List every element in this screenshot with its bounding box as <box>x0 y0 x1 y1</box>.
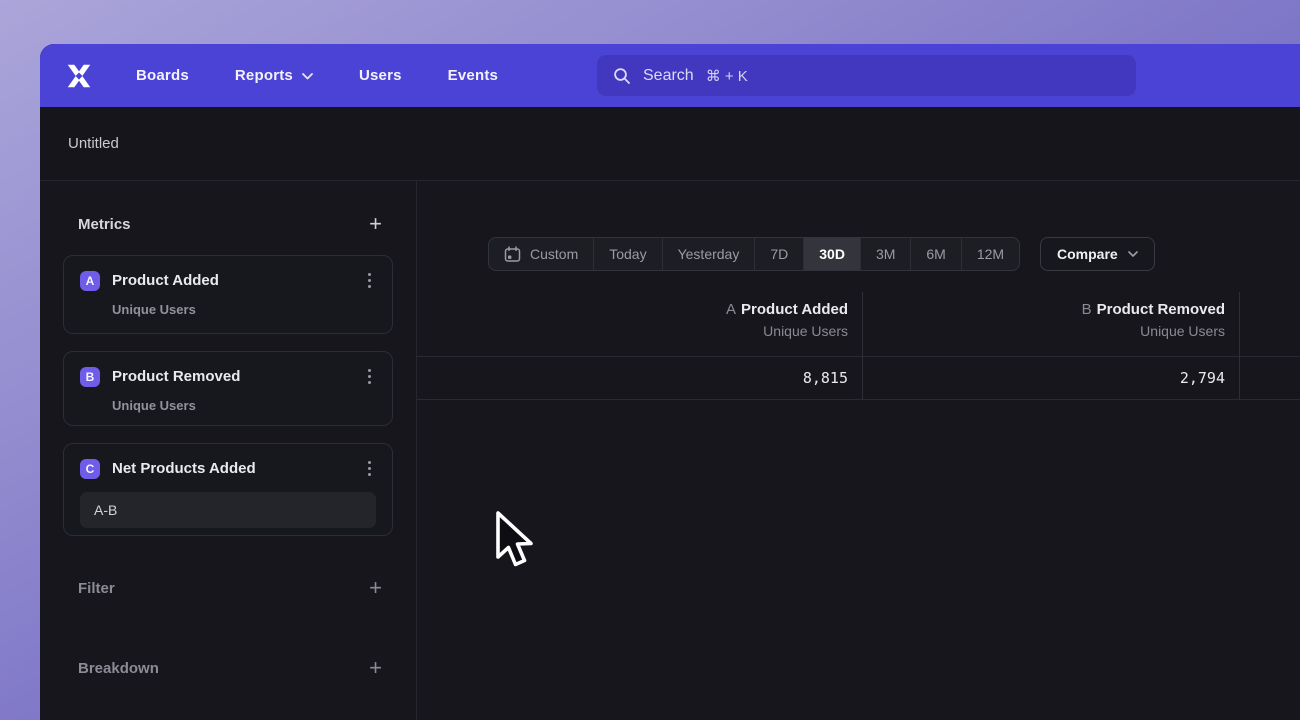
nav-item-events[interactable]: Events <box>448 67 498 84</box>
search-placeholder: Search <box>643 67 694 85</box>
calendar-icon <box>504 246 521 263</box>
filter-section-header: Filter + <box>40 575 416 601</box>
column-title: Product Added <box>741 301 848 318</box>
sidebar: Metrics + A Product Added Unique Users B… <box>40 181 417 720</box>
nav-item-boards[interactable]: Boards <box>136 67 189 84</box>
chevron-down-icon <box>302 73 313 80</box>
date-range-custom[interactable]: Custom <box>489 238 594 270</box>
date-range-label: Today <box>609 246 646 262</box>
column-prefix: B <box>1082 301 1092 318</box>
nav-item-users[interactable]: Users <box>359 67 402 84</box>
metric-card-c[interactable]: C Net Products Added A-B <box>63 443 393 536</box>
nav-item-reports[interactable]: Reports <box>235 67 313 84</box>
date-range-today[interactable]: Today <box>594 238 662 270</box>
metric-card-b[interactable]: B Product Removed Unique Users <box>63 351 393 426</box>
date-range-6m[interactable]: 6M <box>911 238 961 270</box>
metric-letter-badge: A <box>80 271 100 291</box>
kebab-menu-icon[interactable] <box>363 458 376 479</box>
results-table: A Product Added Unique Users B Product Rem… <box>417 292 1300 400</box>
date-range-7d[interactable]: 7D <box>755 238 804 270</box>
metrics-label: Metrics <box>78 216 131 233</box>
search-shortcut: ⌘ + K <box>706 67 748 85</box>
metric-cards: A Product Added Unique Users B Product R… <box>40 237 416 536</box>
date-range-selector: Custom Today Yesterday 7D 30D 3M <box>488 237 1020 271</box>
column-header-product-removed[interactable]: B Product Removed Unique Users <box>863 292 1240 357</box>
nav-item-label: Reports <box>235 67 293 84</box>
value-product-added: 8,815 <box>417 357 863 400</box>
metric-letter-badge: C <box>80 459 100 479</box>
column-prefix: A <box>726 301 736 318</box>
compare-button[interactable]: Compare <box>1040 237 1155 271</box>
search-icon <box>613 67 631 85</box>
date-range-30d-selected[interactable]: 30D <box>804 238 861 270</box>
value-empty <box>1240 357 1300 400</box>
search-input[interactable]: Search ⌘ + K <box>597 55 1136 96</box>
report-title[interactable]: Untitled <box>68 135 119 152</box>
add-metric-button[interactable]: + <box>369 214 382 234</box>
nav-items: Boards Reports Users Events <box>136 67 498 84</box>
kebab-menu-icon[interactable] <box>363 270 376 291</box>
column-header-product-added[interactable]: A Product Added Unique Users <box>417 292 863 357</box>
metrics-section-header: Metrics + <box>40 211 416 237</box>
date-range-yesterday[interactable]: Yesterday <box>663 238 756 270</box>
date-range-label: Yesterday <box>678 246 740 262</box>
date-range-label: 7D <box>770 246 788 262</box>
report-title-bar: Untitled <box>40 107 1300 181</box>
metric-title: Net Products Added <box>112 460 256 477</box>
breakdown-section-header: Breakdown + <box>40 655 416 681</box>
date-range-label: Custom <box>530 246 578 262</box>
compare-label: Compare <box>1057 246 1118 262</box>
nav-item-label: Events <box>448 67 498 84</box>
add-filter-button[interactable]: + <box>369 578 382 598</box>
column-subtitle: Unique Users <box>417 323 848 339</box>
date-range-label: 30D <box>819 246 845 262</box>
date-range-label: 12M <box>977 246 1004 262</box>
metric-card-a[interactable]: A Product Added Unique Users <box>63 255 393 334</box>
metric-letter-badge: B <box>80 367 100 387</box>
top-nav: Boards Reports Users Events Search ⌘ + K <box>40 44 1300 107</box>
main-panel: Custom Today Yesterday 7D 30D 3M <box>417 181 1300 720</box>
value-product-removed: 2,794 <box>863 357 1240 400</box>
metric-subtitle: Unique Users <box>112 398 376 413</box>
mixpanel-logo-icon[interactable] <box>64 62 94 90</box>
breakdown-label: Breakdown <box>78 660 159 677</box>
nav-item-label: Users <box>359 67 402 84</box>
column-title: Product Removed <box>1097 301 1225 318</box>
add-breakdown-button[interactable]: + <box>369 658 382 678</box>
metric-title: Product Added <box>112 272 219 289</box>
app-window: Boards Reports Users Events Search ⌘ + K <box>40 44 1300 720</box>
date-range-label: 6M <box>926 246 945 262</box>
chevron-down-icon <box>1128 251 1138 258</box>
column-subtitle: Unique Users <box>863 323 1225 339</box>
formula-input[interactable]: A-B <box>80 492 376 528</box>
metric-title: Product Removed <box>112 368 240 385</box>
date-range-12m[interactable]: 12M <box>962 238 1019 270</box>
filter-label: Filter <box>78 580 115 597</box>
metric-subtitle: Unique Users <box>112 302 376 317</box>
date-range-3m[interactable]: 3M <box>861 238 911 270</box>
date-range-label: 3M <box>876 246 895 262</box>
kebab-menu-icon[interactable] <box>363 366 376 387</box>
nav-item-label: Boards <box>136 67 189 84</box>
column-header-empty <box>1240 292 1300 357</box>
